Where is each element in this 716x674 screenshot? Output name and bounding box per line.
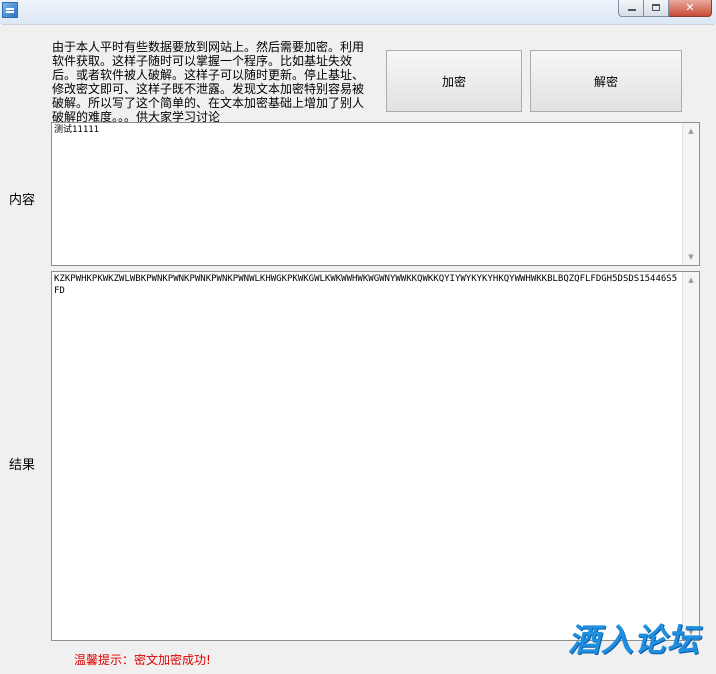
minimize-button[interactable] bbox=[618, 0, 644, 17]
scroll-up-icon[interactable]: ▲ bbox=[683, 123, 699, 139]
title-bar[interactable] bbox=[0, 0, 716, 24]
main-window-body: 由于本人平时有些数据要放到网站上。然后需要加密。利用 软件获取。这样子随时可以掌… bbox=[2, 24, 714, 673]
close-button[interactable] bbox=[669, 0, 712, 17]
window-controls bbox=[618, 0, 712, 18]
encrypt-button[interactable]: 加密 bbox=[386, 50, 522, 112]
result-textbox[interactable]: KZKPWHKPKWKZWLWBKPWNKPWNKPWNKPWNKPWNWLKH… bbox=[51, 271, 700, 641]
description-text: 由于本人平时有些数据要放到网站上。然后需要加密。利用 软件获取。这样子随时可以掌… bbox=[52, 40, 365, 124]
result-scrollbar[interactable]: ▲ ▼ bbox=[682, 272, 699, 640]
content-scrollbar[interactable]: ▲ ▼ bbox=[682, 123, 699, 265]
app-icon[interactable] bbox=[2, 2, 18, 18]
watermark-logo: 酒入论坛 bbox=[567, 621, 700, 659]
status-tip: 温馨提示：密文加密成功! bbox=[74, 653, 211, 667]
content-textbox[interactable]: 测试11111 ▲ ▼ bbox=[51, 122, 700, 266]
decrypt-button[interactable]: 解密 bbox=[530, 50, 682, 112]
result-label: 结果 bbox=[9, 458, 36, 473]
content-text[interactable]: 测试11111 bbox=[52, 123, 683, 265]
maximize-button[interactable] bbox=[644, 0, 669, 17]
content-label: 内容 bbox=[9, 193, 36, 208]
result-text[interactable]: KZKPWHKPKWKZWLWBKPWNKPWNKPWNKPWNKPWNWLKH… bbox=[52, 272, 683, 640]
scroll-up-icon[interactable]: ▲ bbox=[683, 272, 699, 288]
scroll-down-icon[interactable]: ▼ bbox=[683, 249, 699, 265]
